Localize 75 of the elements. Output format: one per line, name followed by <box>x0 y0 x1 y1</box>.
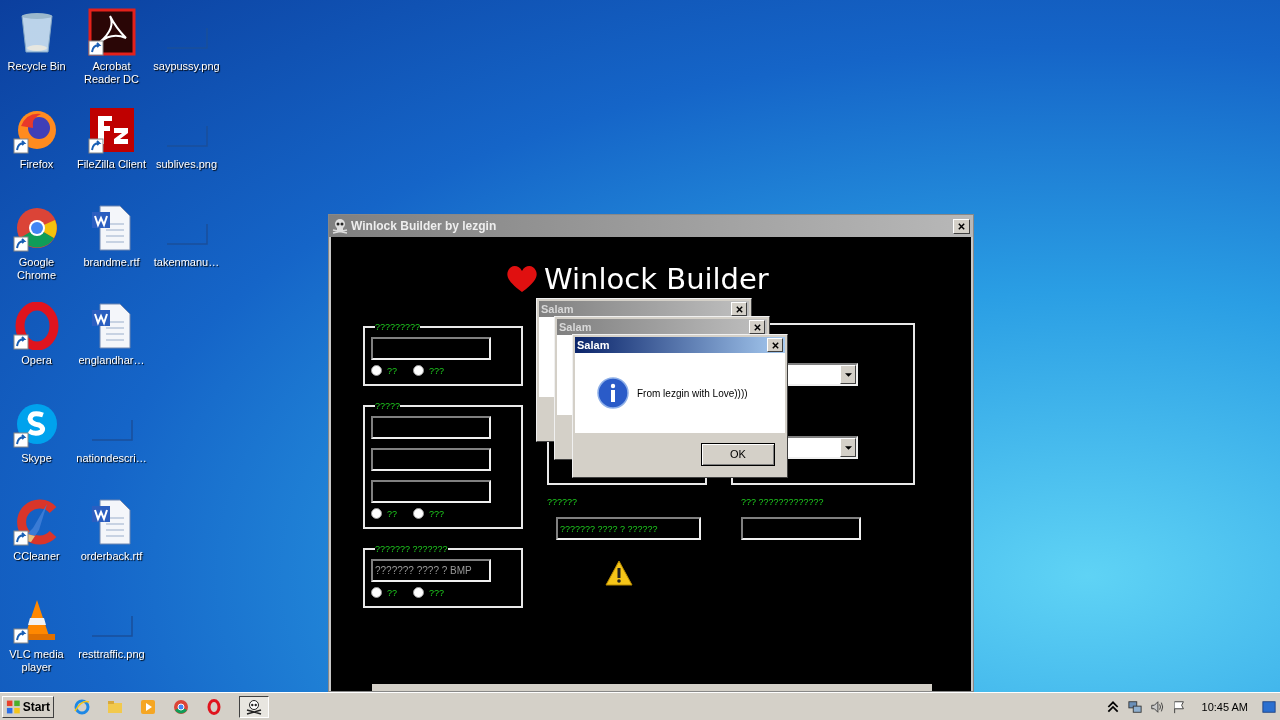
text-field[interactable] <box>371 416 491 439</box>
ftp-app-icon[interactable] <box>87 106 136 154</box>
close-icon <box>734 304 744 314</box>
radio-button[interactable] <box>413 587 424 598</box>
group-title: ??????? ??????? <box>375 545 448 553</box>
chevron-icon[interactable] <box>1105 699 1120 714</box>
icon-label: CCleaner <box>13 550 60 563</box>
icon-label: Google Chrome <box>15 256 58 282</box>
browser-icon[interactable] <box>173 698 189 715</box>
browser-icon[interactable] <box>12 302 61 350</box>
clock[interactable]: 10:45 AM <box>1201 700 1248 713</box>
dialog-title: Salam <box>541 303 574 315</box>
close-icon <box>957 221 966 231</box>
close-button[interactable] <box>953 218 970 234</box>
radio-label: ?? <box>387 365 397 376</box>
radio-label: ??? <box>429 508 445 519</box>
close-button[interactable] <box>731 302 747 316</box>
window-title: Winlock Builder by lezgin <box>351 219 498 233</box>
radio-label: ?? <box>387 508 397 519</box>
skull-icon <box>332 218 348 234</box>
app-heading: Winlock Builder <box>544 262 769 296</box>
icon-label: brandme.rtf <box>83 256 140 269</box>
icon-label: Opera <box>21 354 52 367</box>
info-icon <box>597 377 629 409</box>
text-field[interactable] <box>741 517 861 540</box>
start-button[interactable]: Start <box>2 695 54 718</box>
icon-label: nationdescri… <box>76 452 147 465</box>
icon-label: Firefox <box>19 158 54 171</box>
close-button[interactable] <box>749 320 765 334</box>
icon-label: Acrobat Reader DC <box>83 60 140 86</box>
caret-icon <box>844 372 852 377</box>
pdf-app-icon[interactable] <box>87 8 136 56</box>
radio-label: ??? <box>429 365 445 376</box>
radio-button[interactable] <box>371 587 382 598</box>
field-label: ??? ????????????? <box>741 497 825 507</box>
group-title: ????????? <box>375 323 421 331</box>
text-field[interactable] <box>371 337 491 360</box>
icon-label: Skype <box>21 452 52 465</box>
heart-icon <box>506 264 538 294</box>
radio-label: ?? <box>387 587 397 598</box>
logo-icon <box>6 698 21 715</box>
dialog-message: From lezgin with Love)))) <box>637 387 748 399</box>
caret-icon <box>844 445 852 450</box>
skull-icon[interactable] <box>246 698 262 715</box>
speaker-icon[interactable] <box>1149 699 1164 714</box>
icon-label: saypussy.png <box>153 60 220 73</box>
close-icon <box>752 322 762 332</box>
dialog-title: Salam <box>559 321 592 333</box>
icon-label: VLC media player <box>8 648 65 674</box>
text-field[interactable]: ??????? ???? ? BMP <box>371 559 491 582</box>
show-desktop-icon[interactable] <box>1262 699 1276 714</box>
group-title: ????? <box>375 402 401 410</box>
icon-label: FileZilla Client <box>76 158 147 171</box>
field-label: ?????? <box>547 497 579 507</box>
icon-label: resttraffic.png <box>78 648 145 661</box>
icon-label: englandhar… <box>78 354 145 367</box>
radio-label: ??? <box>429 587 445 598</box>
icon-label: takenmanu… <box>153 256 220 269</box>
text-field[interactable] <box>371 448 491 471</box>
text-field[interactable] <box>371 480 491 503</box>
icon-label: orderback.rtf <box>80 550 143 563</box>
icon-label: Recycle Bin <box>7 60 66 73</box>
warning-icon <box>605 560 633 586</box>
radio-button[interactable] <box>413 365 424 376</box>
close-icon <box>770 340 780 350</box>
icon-label: sublives.png <box>155 158 218 171</box>
text-field[interactable]: ??????? ???? ? ?????? <box>556 517 701 540</box>
ok-button[interactable]: OK <box>701 442 775 466</box>
radio-button[interactable] <box>371 365 382 376</box>
flag-icon[interactable] <box>1171 699 1186 714</box>
dialog-title: Salam <box>577 339 610 351</box>
radio-button[interactable] <box>371 508 382 519</box>
network-icon[interactable] <box>1127 699 1142 714</box>
close-button[interactable] <box>767 338 783 352</box>
radio-button[interactable] <box>413 508 424 519</box>
